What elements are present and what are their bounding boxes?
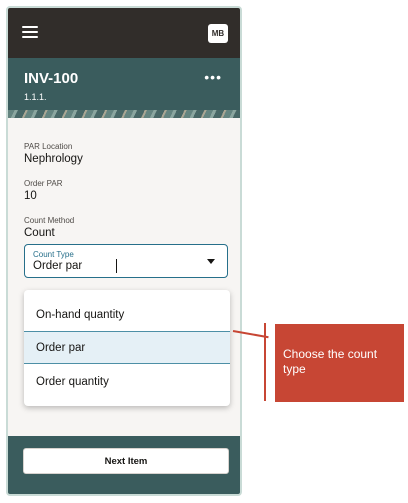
next-item-button[interactable]: Next Item — [23, 448, 229, 474]
count-type-select[interactable]: Count Type Order par — [24, 244, 228, 278]
chevron-down-icon[interactable] — [207, 259, 215, 264]
more-icon[interactable]: ••• — [204, 70, 222, 84]
hamburger-icon[interactable] — [22, 26, 38, 38]
item-banner: INV-100 1.1.1. ••• — [8, 58, 240, 118]
avatar[interactable]: MB — [208, 24, 228, 43]
count-method-value: Count — [24, 227, 55, 239]
page-title: INV-100 — [24, 70, 79, 87]
count-type-value: Order par — [33, 260, 83, 272]
count-type-dropdown: On-hand quantity Order par Order quantit… — [24, 290, 230, 406]
dropdown-option-on-hand-quantity[interactable]: On-hand quantity — [24, 298, 230, 331]
order-par-label: Order PAR — [24, 179, 63, 188]
page-subtitle: 1.1.1. — [24, 92, 47, 102]
par-location-label: PAR Location — [24, 142, 73, 151]
par-location-value: Nephrology — [24, 153, 83, 165]
count-method-label: Count Method — [24, 216, 75, 225]
footer-bar: Next Item — [8, 436, 240, 494]
banner-decoration — [8, 110, 240, 118]
text-caret — [116, 259, 117, 273]
dropdown-option-order-quantity[interactable]: Order quantity — [24, 365, 230, 398]
count-type-label: Count Type — [33, 250, 74, 259]
order-par-value: 10 — [24, 190, 37, 202]
dropdown-option-order-par[interactable]: Order par — [24, 331, 230, 364]
app-bar: MB — [8, 8, 240, 58]
callout-box: Choose the count type — [275, 324, 404, 402]
callout-bracket — [264, 323, 266, 401]
phone-frame: MB INV-100 1.1.1. ••• PAR Location Nephr… — [6, 6, 242, 496]
item-details: PAR Location Nephrology Order PAR 10 Cou… — [8, 118, 240, 438]
